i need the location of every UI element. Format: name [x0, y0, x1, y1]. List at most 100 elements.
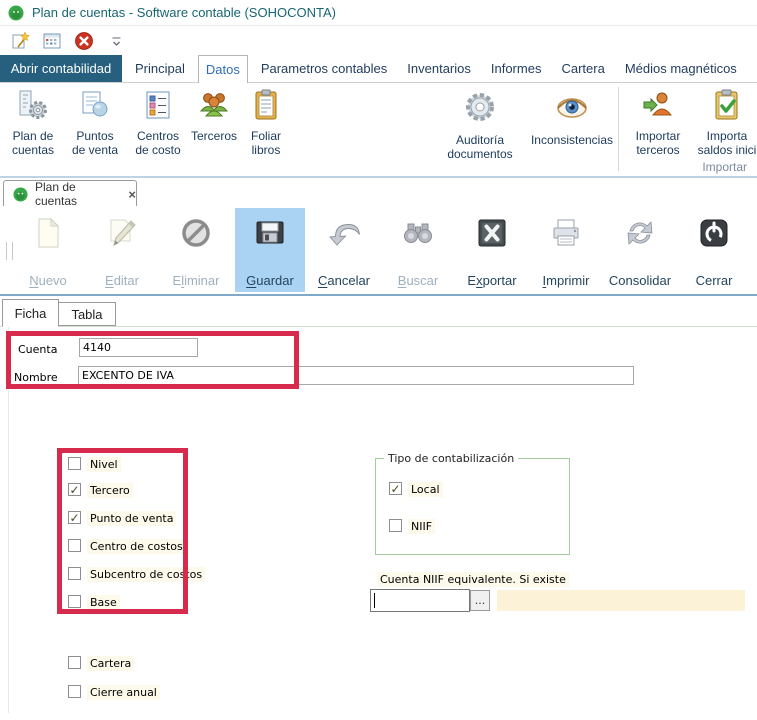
- checkbox-local[interactable]: ✓ Local: [389, 482, 443, 497]
- checkbox-centro-de-costos[interactable]: Centro de costos: [68, 539, 186, 554]
- checkbox-box[interactable]: ✓: [68, 483, 81, 496]
- undo-arrow-icon: [327, 216, 361, 255]
- checkbox-box[interactable]: ✓: [68, 511, 81, 524]
- cerrar-button[interactable]: Cerrar: [679, 208, 749, 292]
- ribbon-button-terceros[interactable]: Terceros: [190, 83, 238, 175]
- terceros-icon: [198, 89, 230, 124]
- tab-ficha[interactable]: Ficha: [2, 299, 59, 327]
- app-icon: [8, 5, 24, 21]
- checkbox-nivel[interactable]: Nivel: [68, 457, 121, 472]
- floppy-icon: [253, 216, 287, 255]
- inconsistencias-icon: [554, 89, 590, 128]
- excel-icon: [475, 216, 509, 255]
- nombre-field[interactable]: [78, 366, 634, 385]
- cuenta-niif-field[interactable]: [370, 589, 470, 612]
- checkbox-box[interactable]: [68, 685, 81, 698]
- editar-button[interactable]: Editar: [87, 208, 157, 292]
- sync-icon: [623, 216, 657, 255]
- text-caret: [374, 593, 375, 608]
- checkbox-box[interactable]: [68, 656, 81, 669]
- new-page-icon: [31, 216, 65, 255]
- ribbon-group-label-importar: Importar: [702, 160, 747, 174]
- eliminar-button[interactable]: Eliminar: [161, 208, 231, 292]
- checkbox-tercero[interactable]: ✓ Tercero: [68, 483, 133, 498]
- tab-tabla[interactable]: Tabla: [58, 302, 116, 326]
- document-tab-icon: [13, 187, 28, 202]
- binoculars-icon: [401, 216, 435, 255]
- titlebar: Plan de cuentas - Software contable (SOH…: [0, 0, 757, 26]
- cuenta-field[interactable]: [79, 338, 198, 357]
- importar-terceros-icon: [642, 89, 674, 124]
- checkbox-box[interactable]: [68, 539, 81, 552]
- ribbon-button-label: Plan de: [13, 129, 54, 143]
- checkbox-box[interactable]: [68, 595, 81, 608]
- checkbox-cartera[interactable]: Cartera: [68, 656, 134, 671]
- panel-left-border: [8, 327, 9, 713]
- wand-icon[interactable]: [10, 31, 30, 51]
- consolidar-button[interactable]: Consolidar: [605, 208, 675, 292]
- cancelar-button[interactable]: Cancelar: [309, 208, 379, 292]
- record-toolbar: Nuevo Editar Eliminar Guardar Cancelar B…: [0, 206, 757, 296]
- calendar-icon[interactable]: [42, 31, 62, 51]
- guardar-button[interactable]: Guardar: [235, 208, 305, 292]
- ribbon-button-puntos-de-venta[interactable]: Puntosde venta: [64, 83, 126, 175]
- cuenta-niif-label: Cuenta NIIF equivalente. Si existe: [377, 572, 569, 587]
- ribbon-tab-principal[interactable]: Principal: [128, 55, 192, 82]
- checkbox-box[interactable]: ✓: [389, 482, 402, 495]
- close-red-icon[interactable]: [74, 31, 94, 51]
- checkbox-punto-de-venta[interactable]: ✓ Punto de venta: [68, 511, 176, 526]
- auditoria-documentos-icon: [462, 89, 498, 128]
- ribbon-content: Plan decuentas Puntosde venta Centrosde …: [0, 83, 757, 177]
- ribbon-group-separator: [618, 87, 619, 171]
- panel-top-border: [0, 326, 757, 327]
- buscar-button[interactable]: Buscar: [383, 208, 453, 292]
- pencil-icon: [105, 216, 139, 255]
- ribbon-button-inconsistencias[interactable]: Inconsistencias: [524, 83, 620, 175]
- tipo-de-contabilizacion-legend: Tipo de contabilización: [384, 452, 518, 465]
- ribbon-tab-inventarios[interactable]: Inventarios: [400, 55, 478, 82]
- ribbon-tab-datos[interactable]: Datos: [198, 55, 248, 83]
- lookup-ellipsis-button[interactable]: ...: [470, 590, 490, 611]
- exportar-button[interactable]: Exportar: [457, 208, 527, 292]
- printer-icon: [549, 216, 583, 255]
- ribbon-tab-parametros[interactable]: Parametros contables: [254, 55, 394, 82]
- foliar-libros-icon: [250, 89, 282, 124]
- document-tab-label: Plan de cuentas: [35, 180, 119, 208]
- toolbar-options-icon[interactable]: [106, 31, 126, 51]
- nuevo-button[interactable]: Nuevo: [13, 208, 83, 292]
- plan-de-cuentas-icon: [17, 89, 49, 124]
- power-icon: [697, 216, 731, 255]
- app-menu-button[interactable]: Abrir contabilidad: [0, 55, 122, 82]
- ribbon-button-auditoria-documentos[interactable]: Auditoríadocumentos: [430, 83, 530, 175]
- ribbon-tab-informes[interactable]: Informes: [484, 55, 549, 82]
- niif-readonly-field: [497, 590, 745, 611]
- toolbar-grip-handle[interactable]: [6, 242, 13, 260]
- checkbox-box[interactable]: [389, 519, 402, 532]
- no-entry-icon: [179, 216, 213, 255]
- quick-access-toolbar: [0, 27, 126, 55]
- checkbox-niif[interactable]: NIIF: [389, 519, 435, 534]
- checkbox-cierre-anual[interactable]: Cierre anual: [68, 685, 160, 700]
- ribbon-tab-medios[interactable]: Médios magnéticos: [618, 55, 744, 82]
- checkbox-box[interactable]: [68, 457, 81, 470]
- ribbon-button-foliar-libros[interactable]: Foliarlibros: [240, 83, 292, 175]
- checkbox-box[interactable]: [68, 567, 81, 580]
- centros-de-costo-icon: [142, 89, 174, 124]
- imprimir-button[interactable]: Imprimir: [531, 208, 601, 292]
- tipo-de-contabilizacion-groupbox: [375, 458, 570, 555]
- nombre-label: Nombre: [14, 371, 58, 384]
- checkbox-base[interactable]: Base: [68, 595, 120, 610]
- puntos-de-venta-icon: [79, 89, 111, 124]
- ribbon-button-centros-de-costo[interactable]: Centrosde costo: [128, 83, 188, 175]
- document-tab-close-icon[interactable]: ×: [128, 187, 136, 202]
- ribbon-button-plan-de-cuentas[interactable]: Plan decuentas: [4, 83, 62, 175]
- document-tab-plan-de-cuentas[interactable]: Plan de cuentas ×: [3, 180, 137, 207]
- ribbon-button-importar-terceros[interactable]: Importarterceros: [626, 83, 690, 175]
- annotation-rectangle-checkboxes: [57, 448, 188, 614]
- ribbon-tab-cartera[interactable]: Cartera: [554, 55, 611, 82]
- document-tab-bar: Plan de cuentas ×: [0, 177, 757, 206]
- checkbox-subcentro-de-costos[interactable]: Subcentro de costos: [68, 567, 205, 582]
- window-title: Plan de cuentas - Software contable (SOH…: [32, 5, 336, 20]
- cuenta-label: Cuenta: [18, 343, 57, 356]
- ribbon-tab-row: Abrir contabilidad Principal Datos Param…: [0, 55, 757, 83]
